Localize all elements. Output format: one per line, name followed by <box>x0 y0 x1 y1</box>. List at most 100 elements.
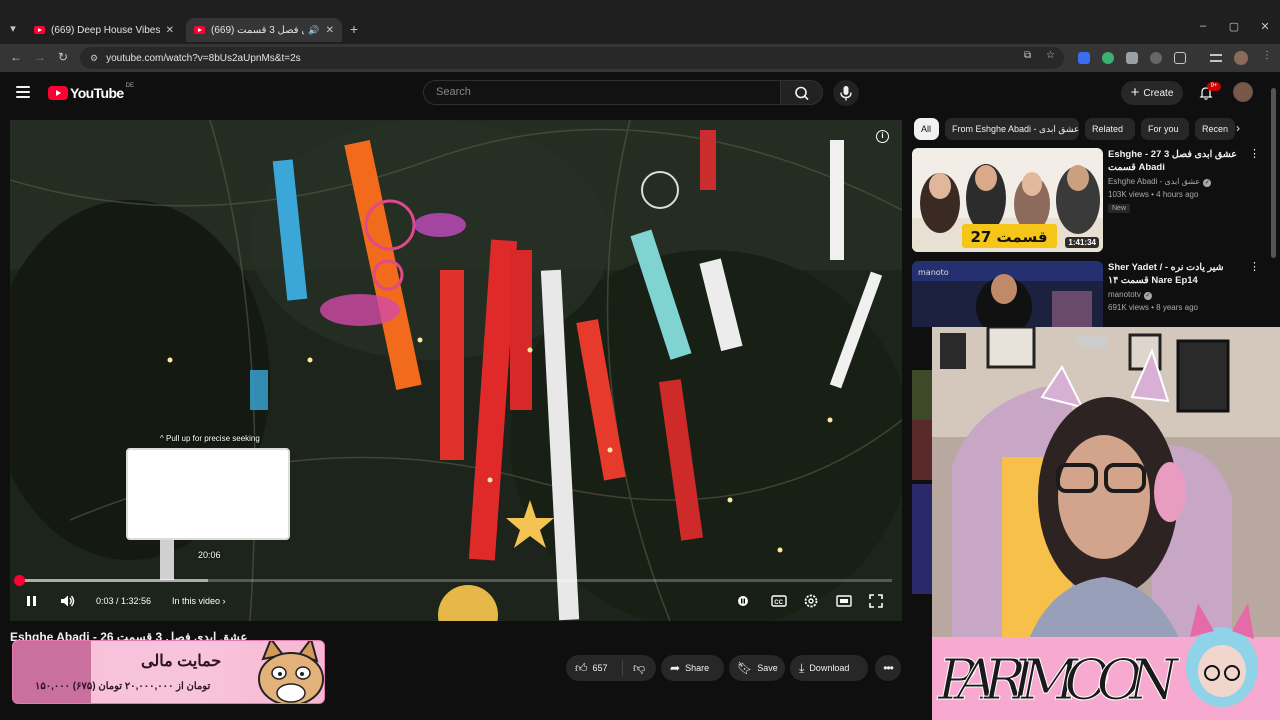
youtube-masthead: YouTube DE Search + Create 9+ <box>0 72 1280 116</box>
country-code: DE <box>125 83 134 89</box>
subtitles-icon[interactable]: CC <box>770 592 788 610</box>
streamer-webcam-overlay: PARIMOON <box>932 327 1280 720</box>
donation-title: حمایت مالی <box>141 653 222 670</box>
back-icon[interactable]: ← <box>8 50 24 64</box>
extension-icon[interactable] <box>1150 52 1162 64</box>
close-icon[interactable]: ✕ <box>166 25 174 36</box>
more-actions-button[interactable]: ••• <box>875 655 901 681</box>
recommended-title[interactable]: Eshghe - 27 عشق ابدی فصل 3 قسمت Abadi <box>1108 148 1246 174</box>
browser-toolbar: ← → ↻ ⚙ youtube.com/watch?v=8bUs2aUpnMs&… <box>0 44 1280 72</box>
voice-search-button[interactable] <box>833 80 859 106</box>
chevron-right-icon[interactable]: › <box>1236 121 1240 135</box>
recommended-video[interactable]: قسمت 27 1:41:34 Eshghe - 27 عشق ابدی فصل… <box>912 148 1267 252</box>
theater-mode-icon[interactable] <box>835 592 853 610</box>
chapters-button[interactable]: In this video › <box>172 592 226 610</box>
channel-label: manototv <box>1108 290 1141 299</box>
download-button[interactable]: ⤓ Download <box>790 655 868 681</box>
video-player[interactable]: i ^ Pull up for precise seeking 20:06 0:… <box>10 120 902 621</box>
more-vertical-icon[interactable]: ⋮ <box>1249 149 1260 160</box>
create-button[interactable]: + Create <box>1121 81 1183 105</box>
recommended-title[interactable]: Sher Yadet / شیر یادت نره - قسمت ۱۴ Nare… <box>1108 261 1246 287</box>
search-button[interactable] <box>780 80 823 105</box>
tab-title: (669) عشق ابدی فصل 3 قسمت ... <box>211 24 304 36</box>
fullscreen-icon[interactable] <box>867 592 885 610</box>
profile-avatar[interactable] <box>1234 51 1248 65</box>
video-thumbnail[interactable]: manoto <box>912 261 1103 327</box>
chip-for-you[interactable]: For you <box>1141 118 1189 140</box>
thumbnail-image: manoto <box>912 261 1103 327</box>
bookmark-star-icon[interactable]: ☆ <box>1046 50 1055 61</box>
share-button[interactable]: ➦ Share <box>661 655 724 681</box>
address-bar[interactable]: ⚙ youtube.com/watch?v=8bUs2aUpnMs&t=2s <box>80 47 1064 69</box>
autoplay-toggle-icon[interactable] <box>736 592 750 610</box>
reading-list-icon[interactable] <box>1210 54 1222 62</box>
volume-icon[interactable] <box>58 592 76 610</box>
download-icon: ⤓ <box>799 660 805 675</box>
guide-menu-icon[interactable] <box>16 86 30 98</box>
donation-progress-text: ۱۵۰,۰۰۰ تومان از ۲۰,۰۰۰,۰۰۰ تومان (۶۷۵) <box>35 681 211 692</box>
minimize-icon[interactable]: – <box>1196 20 1210 32</box>
logo-wordmark: YouTube <box>70 85 124 101</box>
channel-name[interactable]: Eshghe Abadi - عشق ابدی ✓ <box>1108 177 1212 187</box>
share-label: Share <box>685 663 710 673</box>
like-button[interactable]: 👍︎ 657 <box>566 660 623 676</box>
window-close-icon[interactable]: ✕ <box>1258 20 1272 33</box>
search-icon <box>795 86 809 101</box>
video-meta: 691K views • 8 years ago <box>1108 303 1198 312</box>
account-avatar[interactable] <box>1233 82 1253 102</box>
speaker-icon[interactable]: 🔊 <box>308 25 319 36</box>
save-button[interactable]: 🔖︎ Save <box>729 655 785 681</box>
channel-label: Eshghe Abadi - عشق ابدی <box>1108 177 1201 186</box>
info-icon[interactable]: i <box>876 130 889 143</box>
microphone-icon <box>840 86 852 101</box>
install-app-icon[interactable]: ⧉ <box>1024 50 1031 61</box>
url-text: youtube.com/watch?v=8bUs2aUpnMs&t=2s <box>106 52 301 64</box>
menu-kebab-icon[interactable]: ⋮ <box>1262 50 1272 61</box>
chapters-label: In this video <box>172 596 221 606</box>
maximize-icon[interactable]: ▢ <box>1227 20 1241 33</box>
extensions-puzzle-icon[interactable] <box>1174 52 1186 64</box>
video-thumbnail[interactable]: قسمت 27 1:41:34 <box>912 148 1103 252</box>
channel-name[interactable]: manototv ✓ <box>1108 290 1152 300</box>
search-input[interactable]: Search <box>423 80 780 105</box>
donation-color-block <box>13 641 91 703</box>
verified-check-icon: ✓ <box>1143 292 1152 300</box>
progress-hover-fill <box>20 579 208 582</box>
time-display: 0:03 / 1:32:56 <box>96 596 152 606</box>
streamer-webcam-image: PARIMOON <box>932 327 1280 720</box>
more-vertical-icon[interactable]: ⋮ <box>1249 262 1260 273</box>
close-icon[interactable]: ✕ <box>326 25 334 36</box>
extension-icon[interactable] <box>1102 52 1114 64</box>
youtube-logo[interactable]: YouTube DE <box>48 83 134 101</box>
tab-search-icon[interactable]: ▾ <box>4 20 22 38</box>
svg-text:CC: CC <box>774 600 783 606</box>
youtube-play-icon <box>48 86 68 100</box>
pause-icon[interactable] <box>24 592 40 610</box>
streamer-name-logo: PARIMOON <box>937 648 1180 713</box>
chip-all[interactable]: All <box>914 118 939 140</box>
new-tab-icon[interactable]: + <box>346 20 362 38</box>
like-count: 657 <box>592 663 608 673</box>
chip-from-channel[interactable]: From Eshghe Abadi - عشق ابدی <box>945 118 1079 140</box>
screen: ▾ (669) Deep House Vibes 2026 | ... ✕ (6… <box>0 0 1280 720</box>
youtube-favicon-icon <box>34 26 45 34</box>
thumbnail-caption: قسمت 27 <box>970 228 1047 246</box>
forward-icon[interactable]: → <box>32 50 48 64</box>
verified-check-icon: ✓ <box>1203 179 1212 187</box>
chip-related[interactable]: Related <box>1085 118 1135 140</box>
site-info-icon[interactable]: ⚙ <box>90 53 98 64</box>
seek-hint: ^ Pull up for precise seeking <box>160 434 260 443</box>
dislike-button[interactable]: 👎︎ <box>623 661 645 676</box>
page-scrollbar[interactable] <box>1271 88 1276 258</box>
settings-gear-icon[interactable] <box>802 592 820 610</box>
thumbs-up-icon: 👍︎ <box>575 660 588 675</box>
browser-tab[interactable]: (669) Deep House Vibes 2026 | ... ✕ <box>26 18 182 42</box>
reload-icon[interactable]: ↻ <box>55 50 71 64</box>
extension-icon[interactable] <box>1126 52 1138 64</box>
share-icon: ➦ <box>670 661 681 675</box>
extension-icon[interactable] <box>1078 52 1090 64</box>
cat-mascot-image <box>258 641 324 703</box>
chip-recent[interactable]: Recen <box>1195 118 1235 140</box>
browser-tab-active[interactable]: (669) عشق ابدی فصل 3 قسمت ... 🔊 ✕ <box>186 18 342 42</box>
progress-scrubber[interactable] <box>14 575 25 586</box>
